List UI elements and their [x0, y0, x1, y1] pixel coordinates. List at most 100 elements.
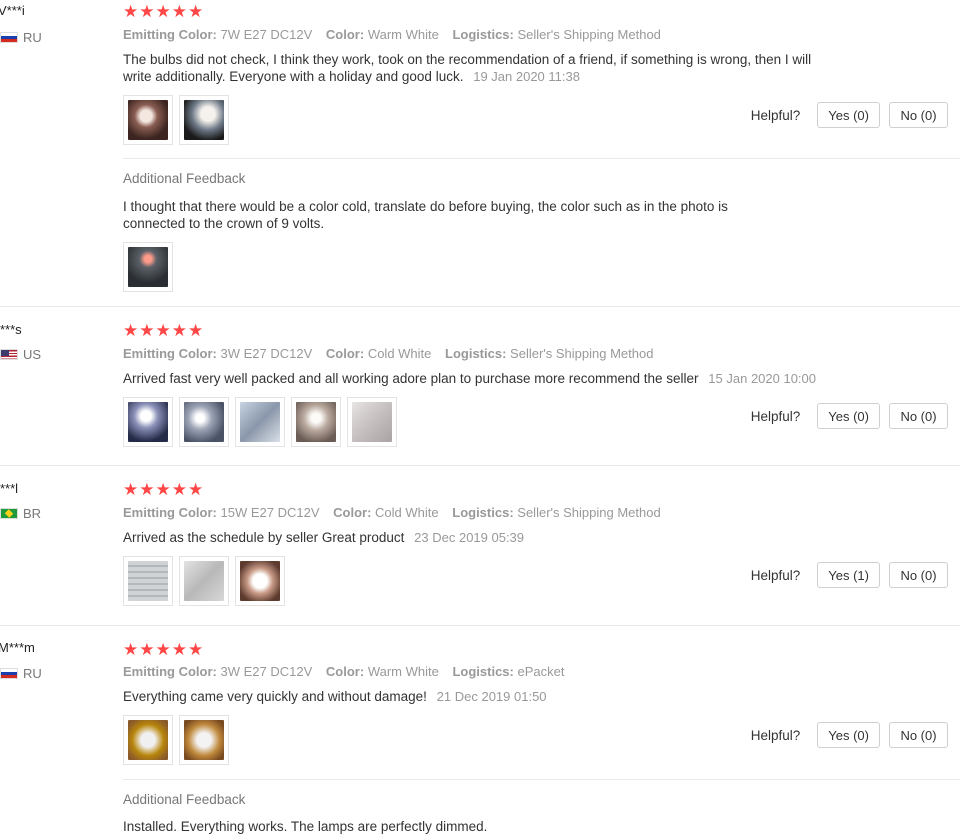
review-photo-thumbnail[interactable]: [179, 95, 229, 145]
review-item: V***i RU ★★★★★ Emitting Color: 7W E27 DC…: [0, 0, 960, 307]
review-content: The bulbs did not check, I think they wo…: [123, 52, 812, 84]
country-code: US: [23, 347, 42, 362]
color-label: Color:: [333, 505, 372, 520]
country-code: RU: [23, 666, 42, 681]
color-value: Cold White: [375, 505, 439, 520]
review-text: Arrived fast very well packed and all wo…: [123, 370, 883, 387]
review-date: 19 Jan 2020 11:38: [473, 69, 580, 84]
emitting-color-value: 15W E27 DC12V: [220, 505, 320, 520]
logistics-value: Seller's Shipping Method: [510, 346, 654, 361]
emitting-color-value: 3W E27 DC12V: [220, 346, 313, 361]
review-photo-thumbnail[interactable]: [235, 397, 285, 447]
review-text: Everything came very quickly and without…: [123, 688, 843, 705]
star-rating: ★★★★★: [123, 640, 205, 659]
color-label: Color:: [325, 346, 365, 361]
reviewer-country: RU: [0, 30, 42, 45]
reviewer-country: US: [0, 347, 41, 362]
logistics-label: Logistics:: [452, 505, 514, 520]
review-photo-thumbnail[interactable]: [123, 715, 173, 765]
brazil-flag-icon: [0, 508, 18, 519]
color-label: Color:: [325, 27, 365, 42]
emitting-color-label: Emitting Color:: [123, 505, 217, 520]
russia-flag-icon: [0, 668, 18, 679]
review-photo-thumbnail[interactable]: [347, 397, 397, 447]
review-photo-thumbnail[interactable]: [179, 397, 229, 447]
helpful-vote: Helpful? Yes (0) No (0): [751, 403, 948, 429]
review-photo-thumbnail[interactable]: [179, 556, 229, 606]
review-photo-thumbnail[interactable]: [179, 715, 229, 765]
helpful-yes-button[interactable]: Yes (1): [817, 562, 880, 588]
helpful-no-button[interactable]: No (0): [889, 562, 948, 588]
logistics-label: Logistics:: [452, 27, 514, 42]
star-rating: ★★★★★: [123, 480, 205, 499]
review-date: 15 Jan 2020 10:00: [708, 371, 817, 386]
helpful-vote: Helpful? Yes (0) No (0): [751, 722, 948, 748]
helpful-label: Helpful?: [750, 408, 801, 424]
review-date: 21 Dec 2019 01:50: [436, 689, 547, 704]
helpful-yes-button[interactable]: Yes (0): [817, 403, 880, 429]
emitting-color-value: 3W E27 DC12V: [220, 664, 313, 679]
review-item: ***s US ★★★★★ Emitting Color: 3W E27 DC1…: [0, 306, 960, 466]
color-value: Cold White: [367, 346, 432, 361]
helpful-no-button[interactable]: No (0): [889, 102, 948, 128]
additional-feedback-title: Additional Feedback: [123, 171, 246, 186]
reviewer-name: M***m: [0, 640, 35, 655]
divider: [123, 779, 960, 780]
additional-feedback-text: Installed. Everything works. The lamps a…: [123, 819, 488, 834]
helpful-vote: Helpful? Yes (1) No (0): [751, 562, 948, 588]
helpful-label: Helpful?: [750, 727, 801, 743]
additional-feedback-photos: [123, 242, 179, 292]
emitting-color-value: 7W E27 DC12V: [220, 27, 313, 42]
additional-feedback-title: Additional Feedback: [123, 792, 246, 807]
helpful-label: Helpful?: [750, 567, 801, 583]
star-rating: ★★★★★: [123, 2, 205, 21]
review-content: Arrived fast very well packed and all wo…: [123, 371, 699, 386]
helpful-vote: Helpful? Yes (0) No (0): [751, 102, 948, 128]
review-photos: [123, 95, 235, 145]
color-label: Color:: [325, 664, 365, 679]
review-date: 23 Dec 2019 05:39: [414, 530, 525, 545]
logistics-label: Logistics:: [445, 346, 507, 361]
country-code: BR: [23, 506, 42, 521]
divider: [123, 158, 960, 159]
star-rating: ★★★★★: [123, 321, 205, 340]
color-value: Warm White: [367, 664, 439, 679]
logistics-value: Seller's Shipping Method: [517, 505, 661, 520]
helpful-yes-button[interactable]: Yes (0): [817, 102, 880, 128]
logistics-value: ePacket: [517, 664, 565, 679]
product-attributes: Emitting Color: 15W E27 DC12V Color: Col…: [123, 505, 661, 520]
review-photo-thumbnail[interactable]: [123, 95, 173, 145]
emitting-color-label: Emitting Color:: [123, 27, 217, 42]
emitting-color-label: Emitting Color:: [123, 664, 217, 679]
review-photo-thumbnail[interactable]: [123, 397, 173, 447]
product-attributes: Emitting Color: 7W E27 DC12V Color: Warm…: [123, 27, 661, 42]
review-photo-thumbnail[interactable]: [291, 397, 341, 447]
russia-flag-icon: [0, 32, 18, 43]
reviewer-name: ***l: [0, 481, 19, 496]
review-photos: [123, 397, 403, 447]
helpful-label: Helpful?: [750, 107, 801, 123]
helpful-no-button[interactable]: No (0): [889, 403, 948, 429]
review-photo-thumbnail[interactable]: [235, 556, 285, 606]
review-item: ***l BR ★★★★★ Emitting Color: 15W E27 DC…: [0, 465, 960, 626]
country-code: RU: [23, 30, 42, 45]
helpful-no-button[interactable]: No (0): [889, 722, 948, 748]
usa-flag-icon: [0, 349, 18, 360]
review-photos: [123, 556, 291, 606]
review-content: Arrived as the schedule by seller Great …: [123, 530, 405, 545]
logistics-value: Seller's Shipping Method: [517, 27, 661, 42]
review-photo-thumbnail[interactable]: [123, 242, 173, 292]
review-item: M***m RU ★★★★★ Emitting Color: 3W E27 DC…: [0, 625, 960, 834]
reviewer-country: BR: [0, 506, 41, 521]
product-attributes: Emitting Color: 3W E27 DC12V Color: Warm…: [123, 664, 564, 679]
color-value: Warm White: [367, 27, 439, 42]
additional-feedback-text: I thought that there would be a color co…: [123, 199, 728, 231]
review-photo-thumbnail[interactable]: [123, 556, 173, 606]
review-photos: [123, 715, 235, 765]
helpful-yes-button[interactable]: Yes (0): [817, 722, 880, 748]
reviewer-name: V***i: [0, 3, 25, 18]
logistics-label: Logistics:: [452, 664, 514, 679]
product-attributes: Emitting Color: 3W E27 DC12V Color: Cold…: [123, 346, 653, 361]
reviewer-country: RU: [0, 666, 42, 681]
review-text: Arrived as the schedule by seller Great …: [123, 529, 843, 546]
